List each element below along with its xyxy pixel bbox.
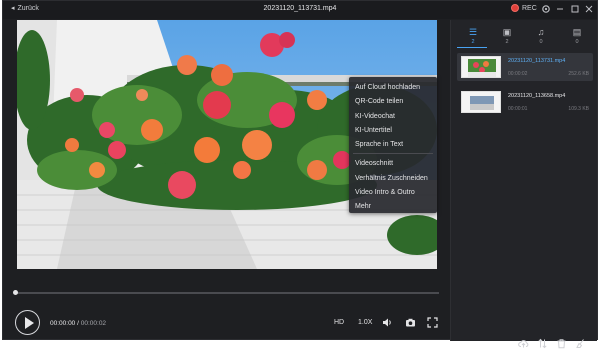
progress-knob[interactable] bbox=[13, 290, 18, 295]
speed-button[interactable]: 1.0X bbox=[358, 319, 372, 326]
time-separator: / bbox=[77, 320, 79, 327]
tab-video[interactable]: ▣ 2 bbox=[489, 27, 525, 45]
file-name: 20231120_113658.mp4 bbox=[508, 93, 566, 99]
menu-item-ai-subtitles[interactable]: KI-Untertitel bbox=[349, 124, 437, 138]
volume-icon[interactable] bbox=[382, 317, 393, 330]
menu-item-video-cut[interactable]: Videoschnitt bbox=[349, 157, 437, 171]
back-label: Zurück bbox=[17, 4, 39, 12]
current-time: 00:00:00 bbox=[50, 320, 76, 327]
tab-audio-count: 0 bbox=[539, 39, 543, 45]
record-label: REC bbox=[522, 4, 537, 12]
settings-icon[interactable] bbox=[541, 4, 551, 14]
title-bar: ◂ Zurück 20231120_113731.mp4 REC bbox=[3, 1, 597, 19]
close-icon[interactable] bbox=[584, 4, 594, 14]
tab-image-count: 0 bbox=[575, 39, 579, 45]
file-size: 109.3 KB bbox=[568, 106, 589, 112]
window-title: 20231120_113731.mp4 bbox=[263, 5, 337, 12]
file-duration: 00:00:02 bbox=[508, 71, 528, 77]
quality-button[interactable]: HD bbox=[334, 319, 344, 326]
record-icon bbox=[511, 4, 519, 12]
menu-item-ai-video-chat[interactable]: KI-Videochat bbox=[349, 110, 437, 124]
playback-progress-bar[interactable] bbox=[13, 290, 439, 295]
recorder-window: ◂ Zurück 20231120_113731.mp4 REC Auf Clo… bbox=[2, 0, 598, 349]
list-icon: ☰ bbox=[468, 27, 478, 37]
maximize-icon[interactable] bbox=[570, 4, 580, 14]
file-duration: 00:00:01 bbox=[508, 106, 528, 112]
play-icon bbox=[24, 316, 34, 329]
record-button[interactable]: REC bbox=[511, 4, 537, 12]
file-item[interactable]: 20231120_113731.mp4 00:00:02 252.6 KB bbox=[457, 53, 593, 81]
menu-item-aspect-crop[interactable]: Verhältnis Zuschneiden bbox=[349, 172, 437, 186]
context-menu: Auf Cloud hochladen QR-Code teilen KI-Vi… bbox=[349, 77, 437, 213]
tab-all[interactable]: ☰ 2 bbox=[455, 27, 491, 45]
play-button[interactable] bbox=[15, 310, 40, 335]
file-size: 252.6 KB bbox=[568, 71, 589, 77]
image-icon: ▤ bbox=[572, 27, 582, 37]
music-icon: ♫ bbox=[537, 27, 545, 37]
tab-video-count: 2 bbox=[505, 39, 509, 45]
menu-item-more[interactable]: Mehr bbox=[349, 200, 437, 214]
menu-item-qr-share[interactable]: QR-Code teilen bbox=[349, 95, 437, 109]
tab-all-count: 2 bbox=[471, 39, 475, 45]
active-tab-indicator bbox=[457, 47, 487, 48]
menu-item-speech-to-text[interactable]: Sprache in Text bbox=[349, 138, 437, 152]
tab-audio[interactable]: ♫ 0 bbox=[523, 27, 559, 45]
menu-item-cloud-upload[interactable]: Auf Cloud hochladen bbox=[349, 81, 437, 95]
total-duration: 00:00:02 bbox=[80, 320, 107, 327]
file-item[interactable]: 20231120_113658.mp4 00:00:01 109.3 KB bbox=[457, 88, 593, 116]
menu-divider bbox=[353, 153, 433, 155]
video-icon: ▣ bbox=[502, 27, 512, 37]
tab-image[interactable]: ▤ 0 bbox=[559, 27, 595, 45]
file-name: 20231120_113731.mp4 bbox=[508, 58, 566, 64]
fullscreen-icon[interactable] bbox=[427, 317, 438, 330]
screenshot-icon[interactable] bbox=[405, 317, 416, 330]
minimize-icon[interactable] bbox=[555, 4, 565, 14]
chevron-left-icon: ◂ bbox=[11, 5, 15, 12]
file-thumbnail bbox=[461, 91, 501, 113]
time-display: 00:00:00 / 00:00:02 bbox=[50, 320, 106, 327]
menu-item-intro-outro[interactable]: Video Intro & Outro bbox=[349, 186, 437, 200]
back-button[interactable]: ◂ Zurück bbox=[11, 4, 39, 13]
file-thumbnail bbox=[461, 56, 501, 78]
media-list-panel: ☰ 2 ▣ 2 ♫ 0 ▤ 0 20231120_113731.mp4 00:0… bbox=[450, 20, 597, 349]
